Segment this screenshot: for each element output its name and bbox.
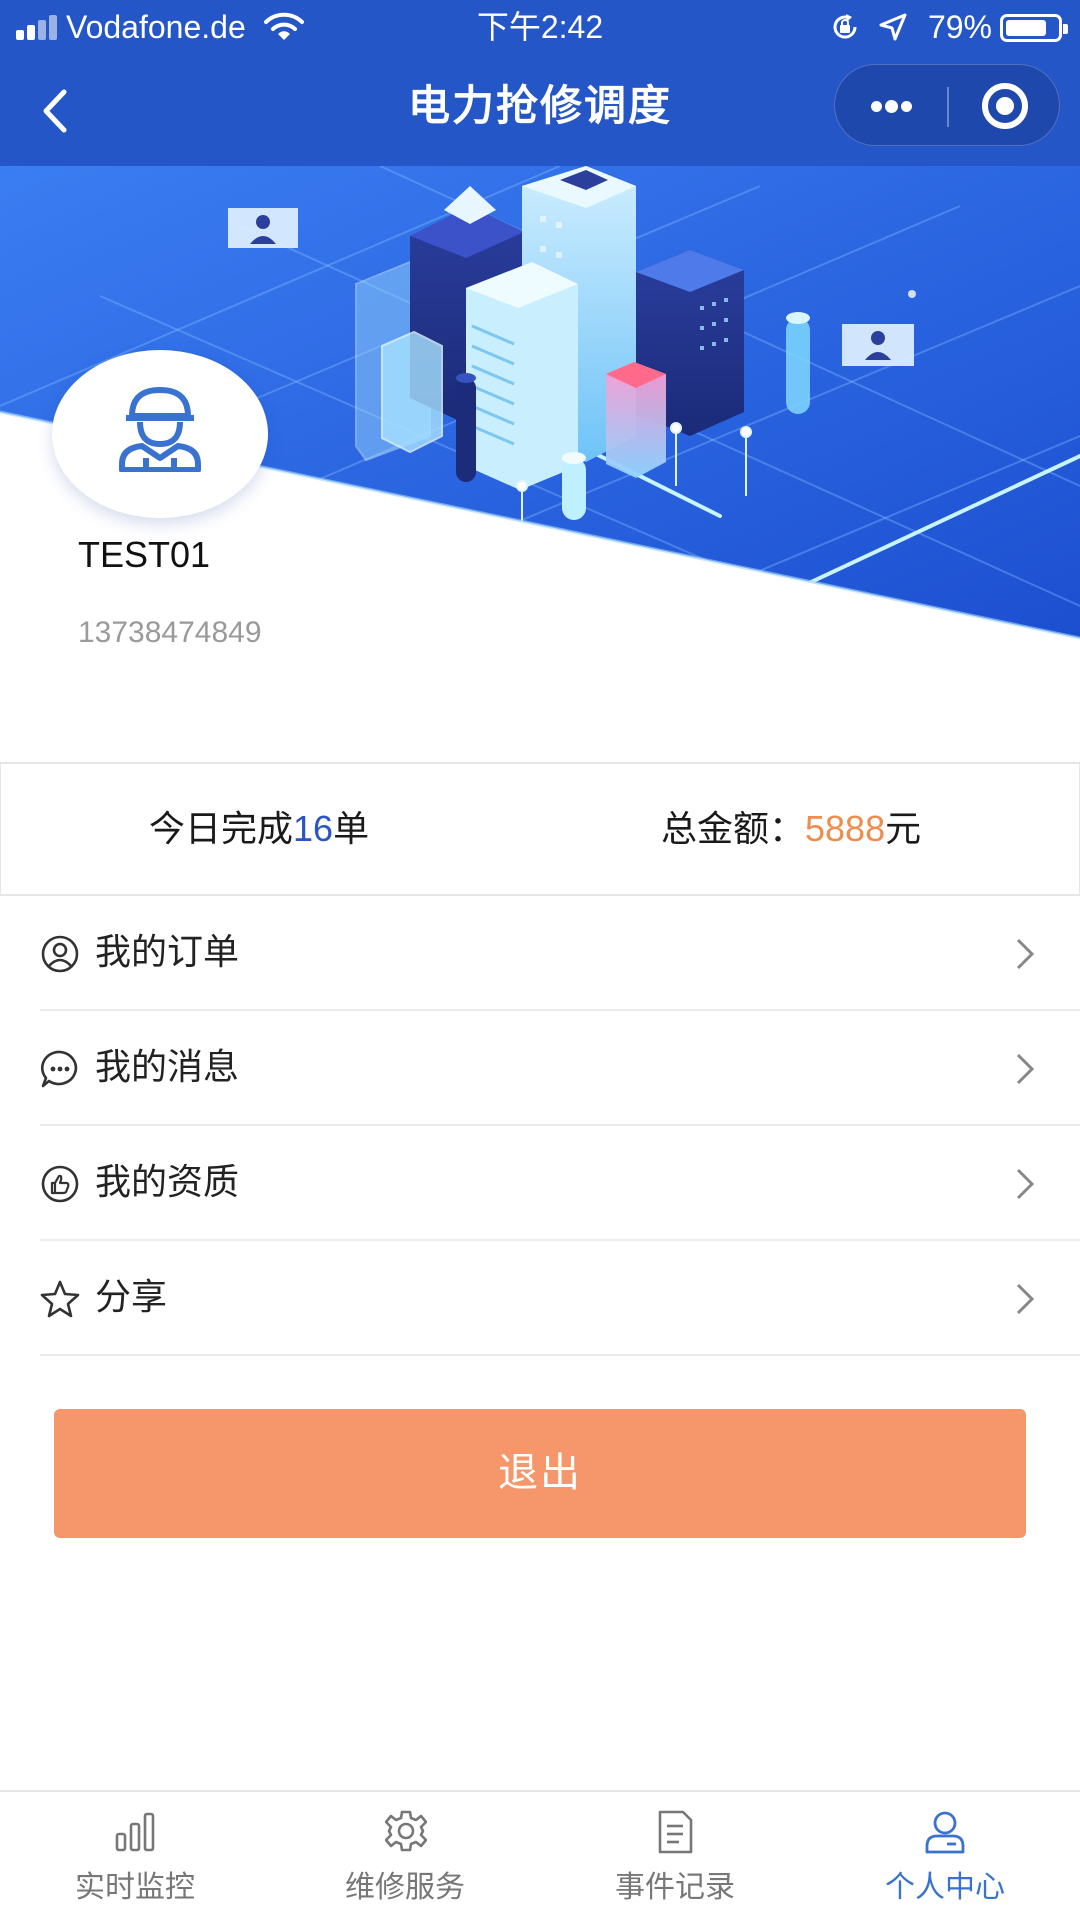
chevron-right-icon xyxy=(1016,1168,1035,1200)
tab-label: 个人中心 xyxy=(885,1870,1005,1905)
tab-realtime-monitor[interactable]: 实时监控 xyxy=(0,1792,270,1920)
more-button[interactable] xyxy=(835,65,947,147)
tab-label: 实时监控 xyxy=(75,1870,195,1905)
chevron-right-icon xyxy=(1016,938,1035,970)
today-completed-stat: 今日完成16单 xyxy=(149,808,370,850)
user-name: TEST01 xyxy=(78,534,211,575)
chevron-right-icon xyxy=(1016,1283,1035,1315)
rotation-lock-icon xyxy=(833,14,857,39)
menu-item-label: 我的消息 xyxy=(95,1047,240,1088)
mini-program-capsule xyxy=(834,64,1060,146)
total-amount: 5888 xyxy=(805,808,886,849)
person-icon xyxy=(925,1811,965,1854)
user-phone: 13738474849 xyxy=(78,616,262,649)
chevron-right-icon xyxy=(1016,1053,1035,1085)
total-amount-stat: 总金额：5888元 xyxy=(661,808,922,850)
today-count: 16 xyxy=(293,808,334,849)
avatar[interactable] xyxy=(52,350,268,518)
worker-helmet-icon xyxy=(119,387,201,472)
location-arrow-icon xyxy=(879,13,907,41)
tab-event-records[interactable]: 事件记录 xyxy=(540,1792,810,1920)
menu-item-messages[interactable]: 我的消息 xyxy=(0,1011,1080,1126)
menu-item-label: 我的订单 xyxy=(95,932,240,973)
tab-label: 维修服务 xyxy=(345,1870,465,1905)
gear-icon xyxy=(385,1810,427,1852)
battery-percent: 79% xyxy=(927,9,992,45)
menu-item-orders[interactable]: 我的订单 xyxy=(0,896,1080,1011)
thumbs-up-icon xyxy=(41,1165,79,1203)
logout-button[interactable]: 退出 xyxy=(54,1409,1026,1538)
battery-fill xyxy=(1006,20,1046,36)
bar-chart-icon xyxy=(115,1812,155,1852)
nav-bar: 电力抢修调度 xyxy=(0,54,1080,166)
close-mini-program-button[interactable] xyxy=(949,65,1061,147)
menu-item-label: 分享 xyxy=(95,1277,168,1318)
document-icon xyxy=(658,1810,693,1854)
star-icon xyxy=(40,1280,80,1318)
menu-item-qualification[interactable]: 我的资质 xyxy=(0,1126,1080,1241)
menu-item-label: 我的资质 xyxy=(95,1162,240,1203)
chat-bubble-icon xyxy=(41,1050,78,1088)
menu-item-share[interactable]: 分享 xyxy=(0,1241,1080,1356)
user-circle-icon xyxy=(41,935,79,973)
status-bar: Vodafone.de 下午2:42 79% xyxy=(0,0,1080,54)
tab-maintenance-service[interactable]: 维修服务 xyxy=(270,1792,540,1920)
tab-bar: 实时监控 维修服务 事件记录 个人中心 xyxy=(0,1790,1080,1920)
tab-personal-center[interactable]: 个人中心 xyxy=(810,1792,1080,1920)
status-time: 下午2:42 xyxy=(476,9,604,45)
tab-label: 事件记录 xyxy=(615,1870,735,1905)
stats-panel: 今日完成16单 总金额：5888元 xyxy=(0,762,1080,896)
battery-icon xyxy=(1000,14,1068,42)
profile-menu: 我的订单 我的消息 我的资质 分享 xyxy=(0,896,1080,1356)
